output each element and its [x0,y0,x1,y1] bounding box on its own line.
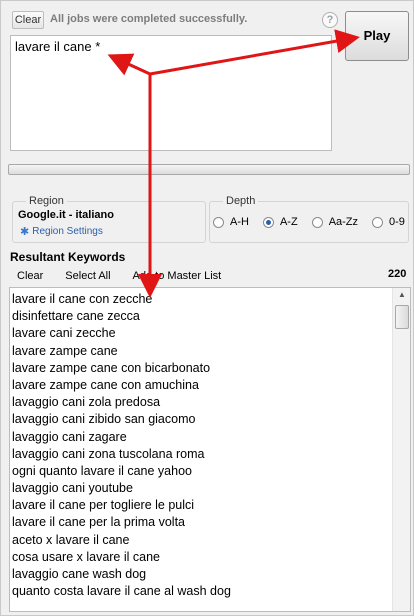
keyword-item[interactable]: lavare zampe cane [12,343,231,360]
region-value: Google.it - italiano [18,209,114,221]
radio-icon [213,216,224,228]
keyword-item[interactable]: lavare zampe cane con amuchina [12,377,231,394]
depth-option-label: Aa-Zz [328,216,359,228]
keyword-count: 220 [388,268,407,280]
status-message: All jobs were completed successfully. [50,13,248,25]
keyword-item[interactable]: lavare zampe cane con bicarbonato [12,360,231,377]
keyword-item[interactable]: disinfettare cane zecca [12,308,231,325]
gear-icon: ✱ [20,226,30,238]
keyword-item[interactable]: ogni quanto lavare il cane yahoo [12,463,231,480]
keyword-item[interactable]: aceto x lavare il cane [12,532,231,549]
keyword-item[interactable]: lavaggio cani zona tuscolana roma [12,446,231,463]
keyword-items: lavare il cane con zecche disinfettare ca… [12,291,231,600]
depth-option-0-9[interactable]: 0-9 [372,216,405,228]
keyword-list-scrollbar[interactable]: ▲ [392,288,410,611]
depth-option-label: A-H [230,216,249,228]
depth-options: A-H A-Z Aa-Zz 0-9 [213,214,405,230]
seed-keyword-input[interactable]: lavare il cane * [10,35,332,151]
keyword-item[interactable]: cosa usare x lavare il cane [12,549,231,566]
help-icon[interactable]: ? [322,12,338,28]
progress-bar [8,164,410,175]
region-settings-label: Region Settings [32,226,103,237]
add-to-master-list-button[interactable]: Add to Master List [133,270,222,282]
play-button[interactable]: Play [345,11,409,61]
results-toolbar: Clear Select All Add to Master List [17,270,243,282]
depth-option-label: A-Z [279,216,298,228]
scrollbar-thumb[interactable] [395,305,409,329]
depth-legend: Depth [223,195,259,207]
region-legend: Region [26,195,67,207]
region-settings-link[interactable]: ✱ Region Settings [20,225,103,238]
results-title: Resultant Keywords [10,250,126,264]
depth-option-aa-zz[interactable]: Aa-Zz [311,216,359,228]
keyword-item[interactable]: quanto costa lavare il cane al wash dog [12,583,231,600]
keyword-item[interactable]: lavaggio cani zola predosa [12,394,231,411]
keyword-item[interactable]: lavaggio cani youtube [12,480,231,497]
keyword-item[interactable]: lavaggio cane wash dog [12,566,231,583]
depth-option-a-z[interactable]: A-Z [262,216,298,228]
keyword-item[interactable]: lavare il cane per togliere le pulci [12,497,231,514]
keyword-item[interactable]: lavare il cane per la prima volta [12,514,231,531]
keyword-list[interactable]: lavare il cane con zecche disinfettare ca… [9,287,411,612]
scroll-up-icon[interactable]: ▲ [398,290,406,299]
depth-option-label: 0-9 [389,216,405,228]
keyword-item[interactable]: lavaggio cani zibido san giacomo [12,411,231,428]
keyword-item[interactable]: lavare cani zecche [12,325,231,342]
keyword-item[interactable]: lavaggio cani zagare [12,429,231,446]
results-clear-button[interactable]: Clear [17,270,43,282]
radio-checked-icon [262,216,274,228]
radio-icon [311,216,323,228]
clear-status-button[interactable]: Clear [12,11,44,29]
select-all-button[interactable]: Select All [65,270,110,282]
radio-icon [372,216,384,228]
depth-option-a-h[interactable]: A-H [213,216,249,228]
keyword-item[interactable]: lavare il cane con zecche [12,291,231,308]
